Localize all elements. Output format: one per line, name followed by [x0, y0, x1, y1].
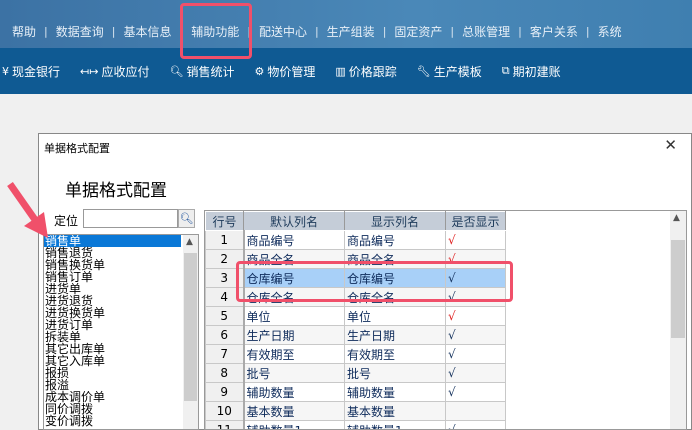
- list-scrollbar[interactable]: ▲: [183, 235, 198, 429]
- default-name-cell[interactable]: 生产日期: [243, 325, 345, 345]
- menu-item[interactable]: 固定资产: [386, 23, 450, 40]
- default-name-cell[interactable]: 有效期至: [243, 344, 345, 364]
- bar-chart-icon: ▥: [335, 64, 346, 78]
- toolbar-button[interactable]: 🔍︎ 销售统计: [169, 63, 234, 80]
- table-row[interactable]: 10 基本数量 基本数量: [205, 401, 506, 421]
- row-number: 1: [205, 230, 245, 250]
- main-menu-bar: 帮助 | 数据查询 | 基本信息 | 辅助功能 | 配送中心 | 生产组装 | 固定资产 | 总账管理 | 客户…: [0, 0, 692, 48]
- row-number: 9: [205, 382, 245, 402]
- show-checkmark-cell[interactable]: √: [445, 420, 506, 429]
- table-row[interactable]: 9 辅助数量 辅助数量 √: [205, 382, 506, 402]
- menu-item[interactable]: 总账管理: [454, 23, 518, 40]
- column-header[interactable]: 行号: [205, 211, 244, 231]
- display-name-cell[interactable]: 生产日期: [344, 325, 446, 345]
- row-number: 7: [205, 344, 245, 364]
- bill-type-list[interactable]: 销售单 销售退货 销售换货单 销售订单 进货单 进货退货 进货换货单 进货订单 拆装单 其它出库单…: [43, 234, 199, 430]
- highlight-box-rows: [236, 261, 513, 302]
- default-name-cell[interactable]: 商品编号: [243, 230, 345, 250]
- display-name-cell[interactable]: 有效期至: [344, 344, 446, 364]
- toolbar-button[interactable]: 🔧︎ 生产模板: [417, 63, 482, 80]
- display-name-cell[interactable]: 辅助数量1: [344, 420, 446, 429]
- row-number: 11: [205, 420, 245, 429]
- table-row[interactable]: 8 批号 批号 √: [205, 363, 506, 383]
- display-name-cell[interactable]: 商品编号: [344, 230, 446, 250]
- toolbar-label: 现金银行: [12, 64, 61, 79]
- table-row[interactable]: 1 商品编号 商品编号 √: [205, 230, 506, 250]
- toolbar-label: 期初建账: [512, 64, 561, 79]
- wrench-icon: 🔧︎: [416, 64, 431, 78]
- menu-item[interactable]: 系统: [590, 23, 630, 40]
- close-icon[interactable]: ✕: [664, 136, 677, 154]
- row-number: 8: [205, 363, 245, 383]
- table-row[interactable]: 6 生产日期 生产日期 √: [205, 325, 506, 345]
- menu-item[interactable]: 生产组装: [319, 23, 383, 40]
- menu-item[interactable]: 客户关系: [522, 23, 586, 40]
- list-item[interactable]: 变价调拨: [44, 415, 198, 427]
- default-name-cell[interactable]: 辅助数量1: [243, 420, 345, 429]
- row-number: 6: [205, 325, 245, 345]
- menu-item[interactable]: 数据查询: [48, 23, 112, 40]
- toolbar-button[interactable]: ↤↦ 应收应付: [80, 63, 149, 80]
- external-link-icon: ⧉: [501, 64, 510, 77]
- table-row[interactable]: 7 有效期至 有效期至 √: [205, 344, 506, 364]
- column-header[interactable]: 默认列名: [243, 211, 345, 231]
- column-header[interactable]: 是否显示: [445, 211, 506, 231]
- display-name-cell[interactable]: 辅助数量: [344, 382, 446, 402]
- toolbar-button[interactable]: ¥ 现金银行: [2, 63, 60, 80]
- chevron-up-icon[interactable]: ▲: [673, 213, 680, 223]
- scrollbar-thumb[interactable]: [184, 253, 197, 401]
- search-icon: 🔍︎: [179, 212, 194, 225]
- column-config-grid: 行号 默认列名 显示列名 是否显示 1 商品编号 商品编号 √ 2 商品全名 商品全名 √ 3 仓库编号仓…: [204, 210, 687, 430]
- table-row[interactable]: 5 单位 单位 √: [205, 306, 506, 326]
- sub-toolbar: ¥ 现金银行 ↤↦ 应收应付 🔍︎ 销售统计 ⚙ 物价管理 ▥ 价格跟踪 🔧︎ 生产模板 ⧉ 期初建账: [0, 48, 692, 94]
- scrollbar-thumb[interactable]: [671, 240, 685, 338]
- default-name-cell[interactable]: 基本数量: [243, 401, 345, 421]
- highlight-box-menu: [180, 3, 252, 59]
- show-checkmark-cell[interactable]: √: [445, 306, 506, 326]
- display-name-cell[interactable]: 批号: [344, 363, 446, 383]
- yen-icon: ¥: [2, 64, 9, 78]
- toolbar-label: 应收应付: [101, 64, 150, 79]
- default-name-cell[interactable]: 批号: [243, 363, 345, 383]
- menu-item[interactable]: 配送中心: [251, 23, 315, 40]
- page-title: 单据格式配置: [65, 181, 167, 201]
- row-number: 5: [205, 306, 245, 326]
- search-icon: 🔍︎: [169, 64, 184, 78]
- grid-scrollbar[interactable]: ▲: [670, 211, 686, 429]
- default-name-cell[interactable]: 单位: [243, 306, 345, 326]
- show-checkmark-cell[interactable]: √: [445, 230, 506, 250]
- toolbar-label: 生产模板: [433, 64, 482, 79]
- table-row[interactable]: 11辅助数量1辅助数量1√: [205, 420, 506, 429]
- exchange-icon: ↤↦: [80, 64, 99, 78]
- show-checkmark-cell[interactable]: √: [445, 325, 506, 345]
- menu-item[interactable]: 帮助: [4, 23, 44, 40]
- locate-search-button[interactable]: 🔍︎: [178, 209, 195, 228]
- show-checkmark-cell[interactable]: √: [445, 344, 506, 364]
- menu-item[interactable]: 基本信息: [115, 23, 179, 40]
- toolbar-button[interactable]: ⚙ 物价管理: [254, 63, 315, 80]
- default-name-cell[interactable]: 辅助数量: [243, 382, 345, 402]
- toolbar-label: 物价管理: [267, 64, 316, 79]
- toolbar-label: 价格跟踪: [348, 64, 397, 79]
- row-number: 10: [205, 401, 245, 421]
- show-checkmark-cell[interactable]: √: [445, 382, 506, 402]
- show-checkmark-cell[interactable]: √: [445, 363, 506, 383]
- toolbar-button[interactable]: ▥ 价格跟踪: [335, 63, 396, 80]
- chevron-up-icon[interactable]: ▲: [186, 237, 193, 247]
- dialog-title: 单据格式配置: [44, 142, 110, 155]
- toolbar-button[interactable]: ⧉ 期初建账: [502, 63, 561, 80]
- locate-input[interactable]: [83, 209, 178, 228]
- display-name-cell[interactable]: 单位: [344, 306, 446, 326]
- toolbar-label: 销售统计: [186, 64, 235, 79]
- display-name-cell[interactable]: 基本数量: [344, 401, 446, 421]
- show-checkmark-cell[interactable]: [445, 401, 506, 421]
- column-header[interactable]: 显示列名: [344, 211, 446, 231]
- pointer-arrow: [7, 181, 48, 238]
- gear-icon: ⚙: [254, 64, 265, 78]
